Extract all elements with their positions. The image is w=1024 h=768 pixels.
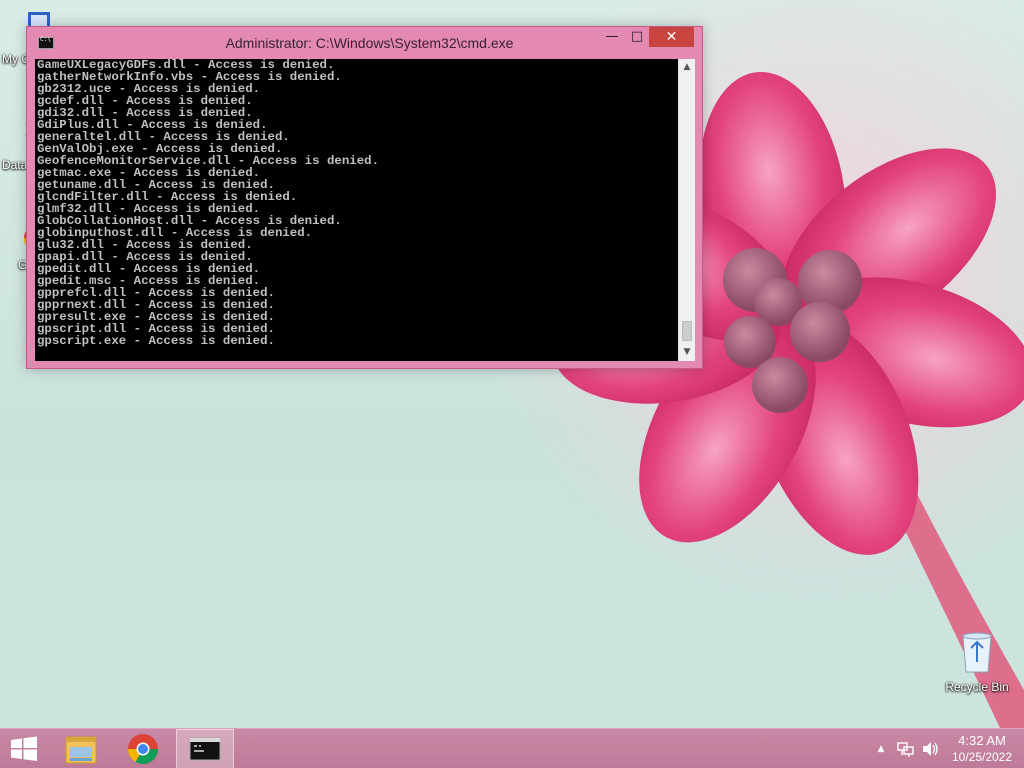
taskbar-chrome[interactable]	[118, 729, 168, 768]
windows-start-icon	[11, 736, 37, 761]
console-line: gpscript.exe - Access is denied.	[37, 334, 275, 348]
desktop-icon-recycle-bin[interactable]: Recycle Bin	[942, 628, 1012, 694]
start-button[interactable]	[0, 729, 48, 768]
scroll-up-arrow-icon[interactable]: ▲	[679, 59, 695, 76]
clock-date: 10/25/2022	[951, 750, 1013, 764]
vertical-scrollbar[interactable]: ▲ ▼	[678, 59, 695, 361]
clock-time: 4:32 AM	[958, 733, 1006, 748]
volume-icon[interactable]	[920, 729, 940, 768]
recycle-bin-icon	[962, 632, 992, 673]
close-button[interactable]: ✕	[649, 27, 694, 47]
file-explorer-icon	[65, 736, 97, 764]
scroll-thumb[interactable]	[682, 321, 692, 341]
chrome-icon	[128, 734, 158, 765]
cmd-icon	[189, 737, 221, 761]
desktop-icon-label: Recycle Bin	[945, 680, 1009, 694]
minimize-button[interactable]: —	[598, 27, 626, 47]
network-icon[interactable]	[896, 729, 916, 768]
taskbar: ▲ 4:32 AM 10/25/2022	[0, 728, 1024, 768]
console-text: GameUXLegacyGDFs.dll - Access is denied.…	[37, 59, 677, 347]
scroll-down-arrow-icon[interactable]: ▼	[679, 344, 695, 361]
title-bar[interactable]: Administrator: C:\Windows\System32\cmd.e…	[27, 27, 702, 59]
taskbar-file-explorer[interactable]	[56, 729, 106, 768]
cmd-window[interactable]: Administrator: C:\Windows\System32\cmd.e…	[26, 26, 703, 369]
taskbar-cmd[interactable]	[176, 729, 234, 768]
maximize-button[interactable]: □	[623, 27, 651, 47]
taskbar-clock[interactable]: 4:32 AM 10/25/2022	[944, 733, 1020, 765]
console-output[interactable]: GameUXLegacyGDFs.dll - Access is denied.…	[35, 59, 695, 361]
show-hidden-icons-button[interactable]: ▲	[873, 729, 889, 768]
